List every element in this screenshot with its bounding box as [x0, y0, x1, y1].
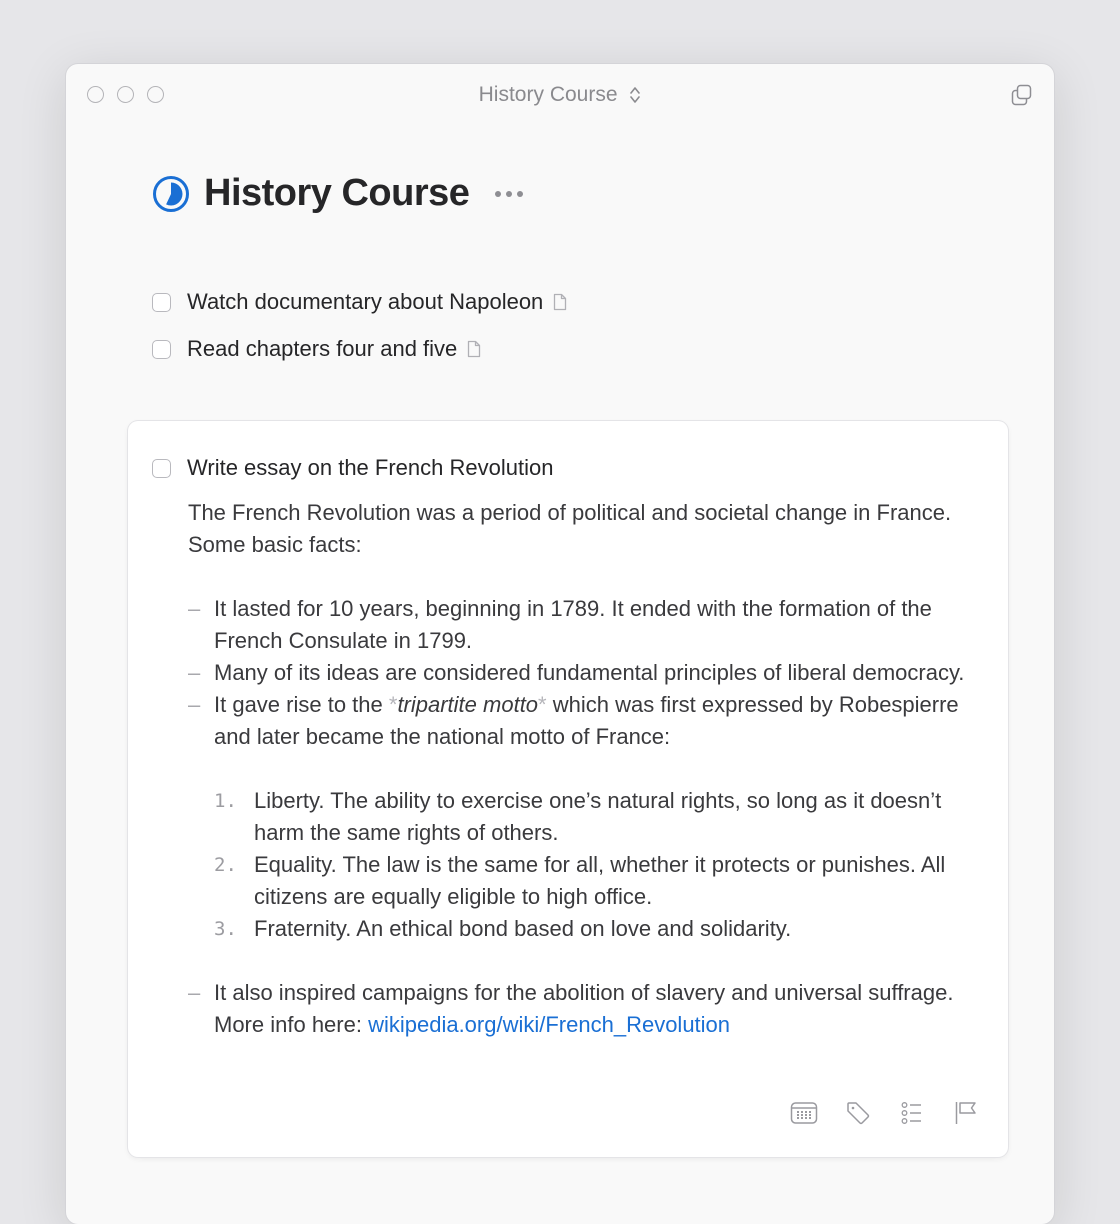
open-task-header: Write essay on the French Revolution	[152, 455, 553, 481]
flag-icon	[955, 1102, 976, 1124]
checklist-button[interactable]	[898, 1099, 926, 1127]
project-header: History Course	[152, 172, 527, 215]
numbered-item: 1. Liberty. The ability to exercise one’…	[188, 785, 978, 849]
emphasis-text: tripartite motto	[397, 692, 539, 717]
tags-button[interactable]	[844, 1099, 872, 1127]
task-title: Read chapters four and five	[187, 336, 458, 361]
note-icon	[554, 293, 567, 311]
calendar-icon	[790, 1102, 818, 1124]
bullet-item: – It gave rise to the *tripartite motto*…	[188, 689, 978, 945]
task-checkbox[interactable]	[152, 292, 171, 312]
item-number: 2.	[214, 854, 237, 876]
notes-intro: The French Revolution was a period of po…	[188, 500, 952, 557]
open-task-card: Write essay on the French Revolution The…	[128, 421, 1008, 1157]
wikipedia-link[interactable]: wikipedia.org/wiki/French_Revolution	[368, 1012, 730, 1037]
page-title: History Course	[204, 172, 470, 214]
bullet-dash: –	[188, 596, 201, 621]
open-task-title[interactable]: Write essay on the French Revolution	[187, 455, 553, 481]
ellipsis-icon-dot	[517, 190, 524, 197]
task-item[interactable]: Watch documentary about Napoleon	[152, 289, 567, 315]
note-icon	[468, 340, 481, 358]
bullet-text: It lasted for 10 years, beginning in 178…	[214, 596, 932, 653]
bullet-dash: –	[188, 692, 201, 717]
when-button[interactable]	[790, 1099, 818, 1127]
task-notes[interactable]: The French Revolution was a period of po…	[188, 497, 978, 1041]
item-number: 3.	[214, 918, 237, 940]
more-options-button[interactable]	[491, 187, 527, 201]
titlebar: History Course	[66, 64, 1054, 126]
numbered-list: 1. Liberty. The ability to exercise one’…	[188, 785, 978, 945]
notes-bullet-list: – It lasted for 10 years, beginning in 1…	[188, 593, 978, 1041]
chevron-up-down-icon	[630, 87, 641, 104]
progress-pie-fill	[166, 182, 183, 205]
numbered-item-text: Liberty. The ability to exercise one’s n…	[254, 788, 942, 845]
numbered-item-text: Equality. The law is the same for all, w…	[254, 852, 946, 909]
task-action-bar	[790, 1099, 980, 1127]
checklist-icon	[901, 1102, 921, 1124]
bullet-item: – It also inspired campaigns for the abo…	[188, 977, 978, 1041]
numbered-item-text: Fraternity. An ethical bond based on lov…	[254, 916, 792, 941]
task-item[interactable]: Read chapters four and five	[152, 336, 481, 362]
tag-icon	[847, 1102, 870, 1125]
deadline-button[interactable]	[952, 1099, 980, 1127]
window-title: History Course	[478, 83, 618, 106]
bullet-text: Many of its ideas are considered fundame…	[214, 660, 965, 685]
emphasis-marker: *	[538, 692, 547, 717]
bullet-dash: –	[188, 660, 201, 685]
window-title-switcher[interactable]: History Course	[66, 83, 1054, 107]
task-title: Watch documentary about Napoleon	[187, 289, 544, 314]
bullet-text: It gave rise to the	[214, 692, 389, 717]
item-number: 1.	[214, 790, 237, 812]
numbered-item: 2. Equality. The law is the same for all…	[188, 849, 978, 913]
duplicate-window-icon[interactable]	[1011, 84, 1033, 106]
task-checkbox[interactable]	[152, 339, 171, 359]
ellipsis-icon-dot	[495, 190, 502, 197]
task-checkbox[interactable]	[152, 458, 171, 478]
pie-progress-icon	[153, 175, 189, 212]
ellipsis-icon-dot	[506, 190, 513, 197]
bullet-item: – It lasted for 10 years, beginning in 1…	[188, 593, 978, 657]
bullet-dash: –	[188, 980, 201, 1005]
app-window: History Course History Course Watch docu…	[66, 64, 1054, 1224]
numbered-item: 3. Fraternity. An ethical bond based on …	[188, 913, 978, 945]
bullet-item: – Many of its ideas are considered funda…	[188, 657, 978, 689]
